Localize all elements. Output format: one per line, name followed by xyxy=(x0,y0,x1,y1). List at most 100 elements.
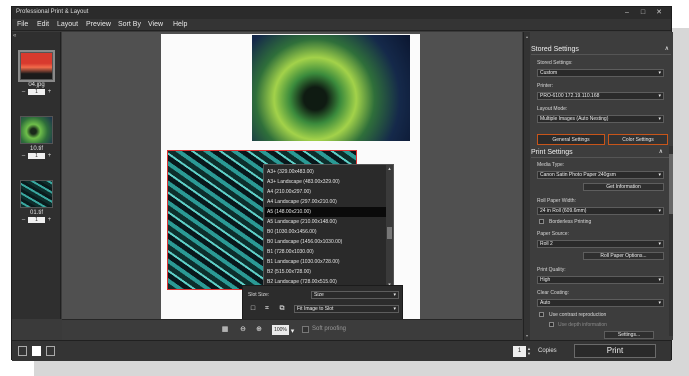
size-option[interactable]: B2 (515.00x728.00) xyxy=(265,267,386,277)
copies-field[interactable]: 1 xyxy=(513,346,526,357)
print-quality-label: Print Quality: xyxy=(537,267,566,273)
layout-mode-dropdown[interactable]: Multiple Images (Auto Nesting) ▾ xyxy=(537,115,664,123)
paper-source-dropdown[interactable]: Roll 2 ▾ xyxy=(537,240,664,248)
crop-icon[interactable]: ⌗ xyxy=(262,304,272,314)
scroll-up-icon[interactable]: ▴ xyxy=(386,166,393,172)
layout-image-wave[interactable] xyxy=(252,35,410,141)
media-type-dropdown[interactable]: Canon Satin Photo Paper 240gsm ▾ xyxy=(537,171,664,179)
size-option[interactable]: A3+ (329.00x483.00) xyxy=(265,167,386,177)
depth-checkbox[interactable] xyxy=(549,322,554,327)
copies-label: Copies xyxy=(538,348,557,354)
layout-split-icon[interactable] xyxy=(32,346,41,356)
chevron-down-icon[interactable]: ▾ xyxy=(289,327,296,337)
layout-single-icon[interactable] xyxy=(18,346,27,356)
settings-outer-scrollbar[interactable]: ▴ ▾ xyxy=(524,32,530,340)
size-option[interactable]: A5 Landscape (210.00x148.00) xyxy=(265,217,386,227)
contrast-checkbox[interactable] xyxy=(539,312,544,317)
size-option[interactable]: B1 (728.00x1030.00) xyxy=(265,247,386,257)
tab-general-settings[interactable]: General Settings xyxy=(537,134,605,145)
arrange-icon[interactable]: ⧉ xyxy=(277,304,287,314)
thumbnail-item[interactable]: 01.tif – 1 + xyxy=(20,180,53,223)
printer-label: Printer: xyxy=(537,83,554,89)
close-icon[interactable]: ✕ xyxy=(652,7,666,19)
soft-proofing-label: Soft proofing xyxy=(312,326,347,332)
size-option[interactable]: A4 Landscape (297.00x210.00) xyxy=(265,197,386,207)
thumbnail-item[interactable]: 10.tif – 1 + xyxy=(20,116,53,159)
menu-sort-by[interactable]: Sort By xyxy=(118,21,141,28)
menu-view[interactable]: View xyxy=(148,21,163,28)
slot-size-dropdown[interactable]: Size ▾ xyxy=(311,291,399,299)
menu-help[interactable]: Help xyxy=(173,21,187,28)
settings-button[interactable]: Settings... xyxy=(604,331,654,339)
settings-inner-scrollbar[interactable] xyxy=(669,146,673,336)
layout-double-icon[interactable] xyxy=(46,346,55,356)
size-option[interactable]: A3+ Landscape (483.00x329.00) xyxy=(265,177,386,187)
maximize-icon[interactable]: □ xyxy=(636,7,650,19)
clear-coating-dropdown[interactable]: Auto ▾ xyxy=(537,299,664,307)
menu-preview[interactable]: Preview xyxy=(86,21,111,28)
zoom-out-icon[interactable]: ⊖ xyxy=(238,325,248,335)
fit-mode-dropdown[interactable]: Fit Image to Slot ▾ xyxy=(294,305,399,313)
list-scrollbar[interactable]: ▴ ▾ xyxy=(386,165,393,289)
collapse-caret-icon[interactable]: ∧ xyxy=(665,44,669,55)
scroll-up-icon[interactable]: ▴ xyxy=(524,34,530,39)
size-option[interactable]: B1 Landscape (1030.00x728.00) xyxy=(265,257,386,267)
increment-button[interactable]: + xyxy=(47,153,52,159)
decrement-button[interactable]: – xyxy=(21,89,26,95)
zoom-level[interactable]: 100% xyxy=(272,325,289,335)
collapse-caret-icon[interactable]: ∧ xyxy=(659,147,663,158)
tab-color-settings[interactable]: Color Settings xyxy=(608,134,668,145)
size-option[interactable]: A5 (148.00x210.00) xyxy=(265,207,386,217)
roll-width-dropdown[interactable]: 24 in Roll (609.6mm) ▾ xyxy=(537,207,664,215)
scroll-down-icon[interactable]: ▾ xyxy=(524,333,530,338)
collapse-left-icon[interactable]: « xyxy=(13,33,16,39)
get-information-button[interactable]: Get Information xyxy=(583,183,664,191)
copies-field[interactable]: 1 xyxy=(28,89,45,95)
minimize-icon[interactable]: – xyxy=(620,7,634,19)
canvas-toolbar: ▦ ⊖ ⊕ 100% ▾ Soft proofing xyxy=(62,319,522,340)
menu-edit[interactable]: Edit xyxy=(37,21,49,28)
copies-spinner[interactable]: ▲ ▼ xyxy=(526,346,532,357)
copies-field[interactable]: 1 xyxy=(28,217,45,223)
menu-layout[interactable]: Layout xyxy=(57,21,78,28)
paper-source-value: Roll 2 xyxy=(540,241,553,247)
print-quality-dropdown[interactable]: High ▾ xyxy=(537,276,664,284)
spin-down-icon[interactable]: ▼ xyxy=(526,351,532,356)
app-window: Professional Print & Layout – □ ✕ File E… xyxy=(11,6,673,361)
menu-file[interactable]: File xyxy=(17,21,28,28)
increment-button[interactable]: + xyxy=(47,217,52,223)
printer-dropdown[interactable]: PRO-6100 172.19.110.168 ▾ xyxy=(537,92,664,100)
chevron-down-icon: ▾ xyxy=(658,241,661,247)
stored-settings-header[interactable]: Stored Settings ∧ xyxy=(531,44,671,55)
contrast-label: Use contrast reproduction xyxy=(549,312,607,318)
fit-mode-value: Fit Image to Slot xyxy=(297,306,334,312)
layout-grid-icon[interactable]: ▦ xyxy=(220,325,230,335)
soft-proofing-checkbox[interactable] xyxy=(302,326,309,333)
scroll-thumb[interactable] xyxy=(669,154,673,214)
media-size-list[interactable]: A3+ (329.00x483.00) A3+ Landscape (483.0… xyxy=(263,164,394,290)
decrement-button[interactable]: – xyxy=(21,153,26,159)
borderless-checkbox[interactable] xyxy=(539,219,544,224)
thumbnail-item[interactable]: 04.jpg – 1 + xyxy=(18,50,55,95)
thumbnail-image xyxy=(20,180,53,208)
paper-source-label: Paper Source: xyxy=(537,231,569,237)
increment-button[interactable]: + xyxy=(47,89,52,95)
zoom-in-icon[interactable]: ⊕ xyxy=(254,325,264,335)
print-settings-header[interactable]: Print Settings ∧ xyxy=(531,147,671,158)
chevron-down-icon: ▾ xyxy=(658,116,661,122)
copies-stepper: – 1 + xyxy=(20,217,53,223)
stored-settings-dropdown[interactable]: Custom ▾ xyxy=(537,69,664,77)
size-option[interactable]: B0 (1030.00x1456.00) xyxy=(265,227,386,237)
size-option[interactable]: B0 Landscape (1456.00x1030.00) xyxy=(265,237,386,247)
print-settings-title: Print Settings xyxy=(531,149,573,156)
print-button[interactable]: Print xyxy=(574,344,656,358)
copies-field[interactable]: 1 xyxy=(28,153,45,159)
slot-frame-icon[interactable]: □ xyxy=(248,304,258,314)
decrement-button[interactable]: – xyxy=(21,217,26,223)
size-option[interactable]: A4 (210.00x297.00) xyxy=(265,187,386,197)
thumbnail-name: 01.tif xyxy=(29,210,43,216)
roll-paper-options-button[interactable]: Roll Paper Options... xyxy=(583,252,664,260)
thumbnail-image xyxy=(20,116,53,144)
scroll-thumb[interactable] xyxy=(387,227,392,239)
title-bar: Professional Print & Layout – □ ✕ xyxy=(12,7,671,19)
